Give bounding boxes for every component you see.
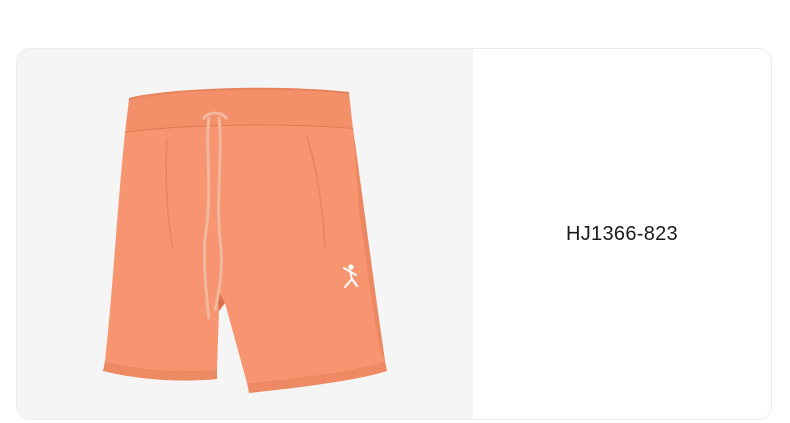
product-card[interactable]: HJ1366-823 — [16, 48, 772, 420]
product-image-panel[interactable] — [17, 49, 473, 419]
product-image — [103, 87, 387, 393]
product-info-panel: HJ1366-823 — [473, 49, 771, 419]
shorts-illustration — [103, 87, 387, 393]
product-sku: HJ1366-823 — [566, 222, 678, 245]
